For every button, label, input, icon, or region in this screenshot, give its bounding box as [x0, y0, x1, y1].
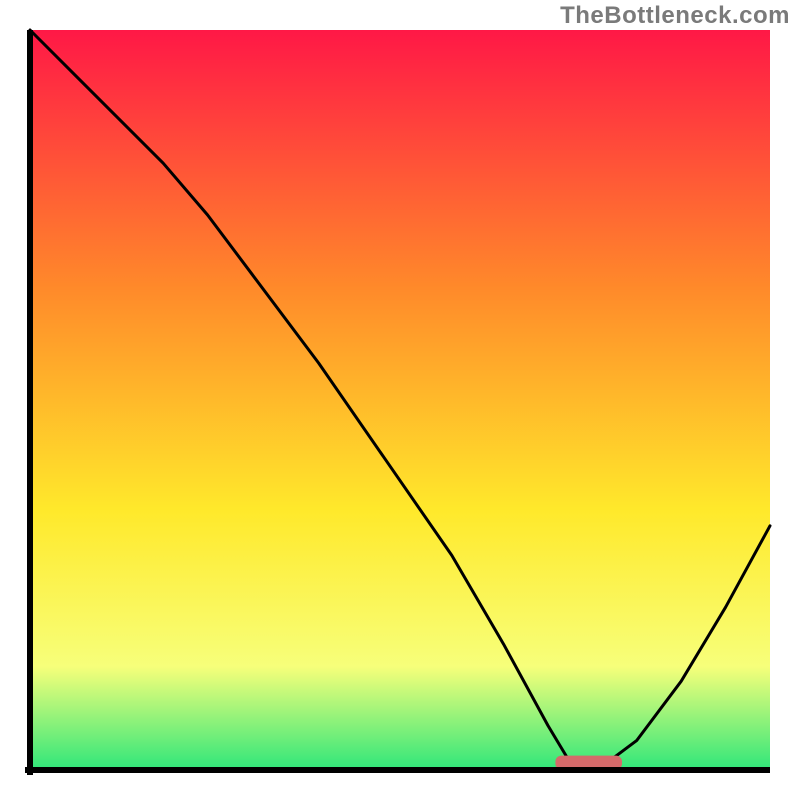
watermark-text: TheBottleneck.com	[560, 2, 790, 30]
plot-area	[30, 30, 770, 770]
bottleneck-chart	[0, 0, 800, 800]
